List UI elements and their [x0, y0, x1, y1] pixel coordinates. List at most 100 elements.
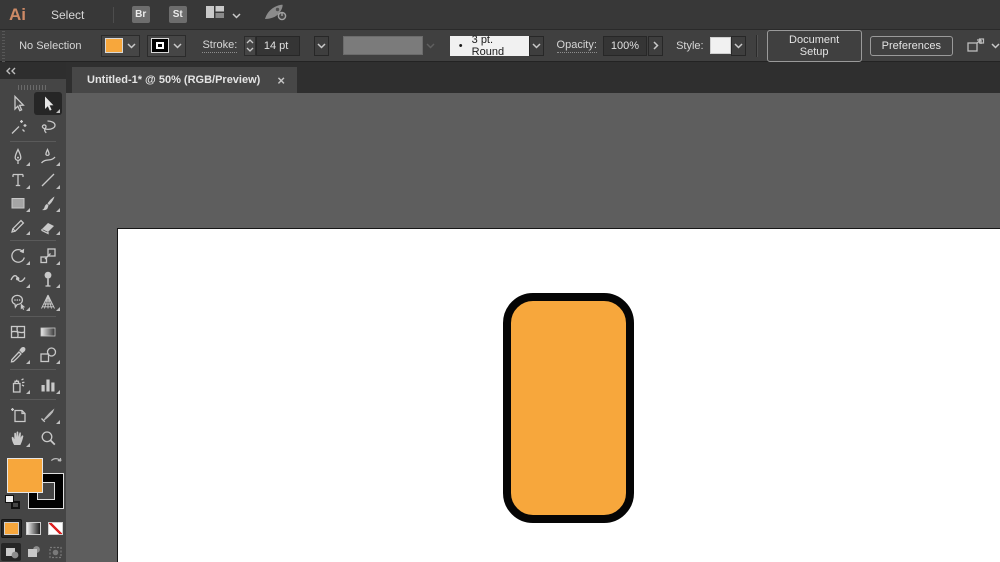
align-options[interactable] [965, 38, 1000, 54]
workspace-switcher[interactable] [205, 5, 241, 24]
fill-color-dropdown[interactable] [101, 35, 140, 57]
draw-behind-button[interactable] [23, 543, 43, 561]
document-tab-title: Untitled-1* @ 50% (RGB/Preview) [87, 74, 260, 86]
artboard-tool[interactable] [4, 403, 32, 426]
fill-color-swatch [105, 38, 123, 53]
style-dropdown[interactable] [731, 36, 746, 56]
control-bar: No Selection Stroke: 14 pt • 3 pt. Round [0, 30, 1000, 62]
slice-tool[interactable] [34, 403, 62, 426]
gpu-performance-icon[interactable] [263, 2, 289, 27]
gradient-icon [26, 522, 41, 535]
type-tool[interactable] [4, 168, 32, 191]
tools-panel-grip[interactable] [18, 85, 48, 90]
none-icon [48, 522, 63, 535]
fill-proxy-swatch[interactable] [7, 458, 43, 493]
brush-definition-dropdown [423, 36, 438, 56]
paintbrush-tool[interactable] [34, 191, 62, 214]
variable-width-profile-dropdown[interactable] [529, 36, 544, 56]
workspace: Untitled-1* @ 50% (RGB/Preview) × [0, 62, 1000, 562]
collapse-panel-icon [5, 67, 17, 75]
shape-builder-tool[interactable] [4, 290, 32, 313]
line-segment-tool[interactable] [34, 168, 62, 191]
curvature-tool[interactable] [34, 145, 62, 168]
canvas-pasteboard[interactable] [66, 93, 1000, 562]
direct-selection-tool[interactable] [34, 92, 62, 115]
variable-width-profile-field[interactable]: • 3 pt. Round [450, 36, 529, 56]
drawing-mode-buttons [0, 543, 66, 561]
pen-tool[interactable] [4, 145, 32, 168]
blend-tool[interactable] [34, 343, 62, 366]
profile-value: 3 pt. Round [472, 34, 520, 58]
default-fill-stroke-icon[interactable] [5, 495, 20, 509]
opacity-label[interactable]: Opacity: [557, 39, 597, 53]
selection-tool[interactable] [4, 92, 32, 115]
tool-separator [10, 316, 56, 317]
magic-wand-tool[interactable] [4, 115, 32, 138]
rotate-tool[interactable] [4, 244, 32, 267]
selection-status: No Selection [19, 40, 81, 52]
menu-bar: Ai FileEditObjectTypeSelectEffectViewWin… [0, 0, 1000, 30]
menubar-separator [113, 7, 114, 23]
chevron-down-icon [127, 43, 136, 49]
mesh-tool[interactable] [4, 320, 32, 343]
app-logo: Ai [9, 5, 26, 25]
draw-inside-button[interactable] [45, 543, 65, 561]
tool-grid [0, 92, 66, 449]
controlbar-separator [756, 35, 757, 57]
zoom-tool[interactable] [34, 426, 62, 449]
width-tool[interactable] [4, 267, 32, 290]
tool-separator [10, 141, 56, 142]
perspective-grid-tool[interactable] [34, 290, 62, 313]
menu-select[interactable]: Select [40, 0, 105, 30]
artboard[interactable] [117, 228, 1000, 562]
gradient-tool[interactable] [34, 320, 62, 343]
tools-panel [0, 62, 66, 562]
rectangle-tool[interactable] [4, 191, 32, 214]
stock-button[interactable]: St [169, 6, 187, 23]
fill-color-button[interactable] [1, 519, 22, 538]
style-label: Style: [676, 40, 704, 52]
color-mode-buttons [0, 519, 66, 538]
fill-stroke-proxies [0, 455, 66, 515]
puppet-warp-tool[interactable] [34, 267, 62, 290]
draw-inside-icon [47, 544, 63, 560]
style-swatch[interactable] [710, 37, 731, 54]
chevron-down-icon [232, 6, 241, 24]
pencil-tool[interactable] [4, 214, 32, 237]
scale-tool[interactable] [34, 244, 62, 267]
opacity-field[interactable]: 100% [603, 36, 647, 56]
stroke-weight-field[interactable]: 14 pt [256, 36, 300, 56]
bridge-button[interactable]: Br [132, 6, 150, 23]
tools-panel-header[interactable] [0, 62, 66, 79]
none-button[interactable] [45, 519, 66, 538]
eraser-tool[interactable] [34, 214, 62, 237]
draw-behind-icon [25, 544, 41, 560]
stroke-weight-stepper[interactable] [244, 36, 256, 56]
swap-fill-stroke-icon[interactable] [50, 456, 64, 474]
hand-tool[interactable] [4, 426, 32, 449]
column-graph-tool[interactable] [34, 373, 62, 396]
stroke-weight-dropdown[interactable] [314, 36, 329, 56]
stroke-color-dropdown[interactable] [147, 35, 186, 57]
symbol-sprayer-tool[interactable] [4, 373, 32, 396]
stroke-label[interactable]: Stroke: [202, 39, 237, 53]
eyedropper-tool[interactable] [4, 343, 32, 366]
document-tab[interactable]: Untitled-1* @ 50% (RGB/Preview) × [72, 67, 297, 93]
opacity-expand-button[interactable] [648, 36, 663, 56]
tool-separator [10, 240, 56, 241]
controlbar-grip[interactable] [0, 30, 6, 62]
chevron-down-icon [991, 43, 1000, 49]
tab-close-icon[interactable]: × [277, 73, 285, 88]
rounded-rectangle-object[interactable] [503, 293, 634, 523]
preferences-button[interactable]: Preferences [870, 36, 953, 56]
draw-normal-button[interactable] [1, 543, 21, 561]
document-setup-button[interactable]: Document Setup [767, 30, 862, 62]
gradient-button[interactable] [23, 519, 44, 538]
brush-definition-preview [343, 36, 423, 55]
fill-color-icon [4, 522, 19, 535]
tool-separator [10, 399, 56, 400]
lasso-tool[interactable] [34, 115, 62, 138]
chevron-down-icon [173, 43, 182, 49]
snap-options-icon [965, 38, 985, 54]
profile-bullet: • [459, 40, 463, 52]
